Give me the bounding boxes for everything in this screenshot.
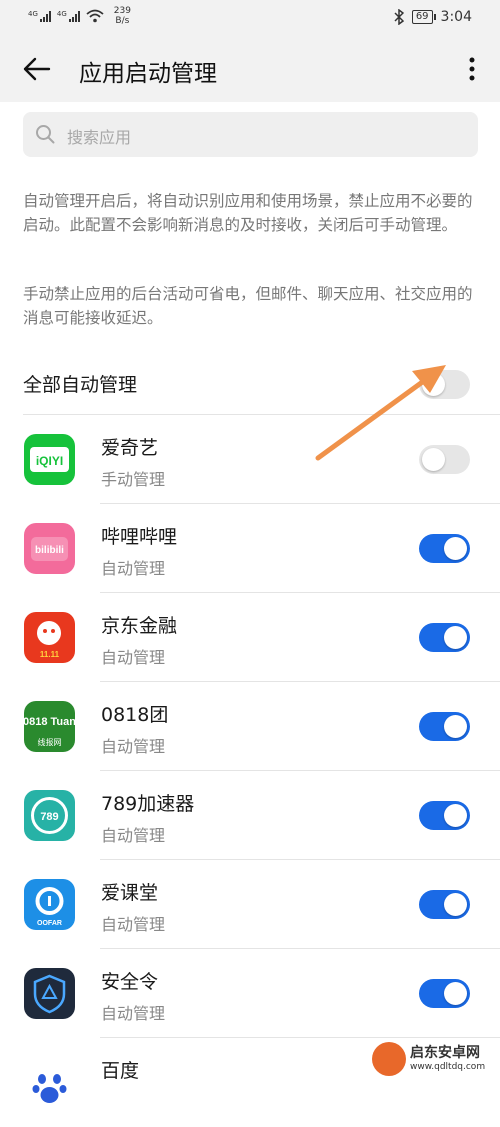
app-toggle[interactable] bbox=[419, 623, 470, 652]
app-name: 安全令 bbox=[101, 971, 159, 993]
wifi-icon bbox=[86, 9, 104, 23]
0818tuan-icon: 0818 Tuan 线报网 bbox=[24, 701, 75, 752]
watermark-title: 启东安卓网 bbox=[410, 1045, 480, 1061]
security-token-icon bbox=[24, 968, 75, 1019]
app-toggle[interactable] bbox=[419, 712, 470, 741]
app-toggle[interactable] bbox=[419, 445, 470, 474]
status-bar: 4G 4G 239 B/s 69 3:04 bbox=[0, 0, 500, 36]
signal-2-icon: 4G bbox=[57, 10, 80, 22]
app-bar: 应用启动管理 bbox=[0, 36, 500, 102]
list-item[interactable]: OOFAR 爱课堂 自动管理 bbox=[0, 860, 500, 949]
watermark-icon bbox=[372, 1042, 406, 1076]
sim1-label: 4G bbox=[28, 10, 38, 18]
back-arrow-icon[interactable] bbox=[22, 54, 52, 84]
search-placeholder: 搜索应用 bbox=[67, 128, 132, 147]
aiketang-icon: OOFAR bbox=[24, 879, 75, 930]
app-toggle[interactable] bbox=[419, 534, 470, 563]
app-status: 自动管理 bbox=[101, 915, 166, 934]
list-item[interactable]: 789 789加速器 自动管理 bbox=[0, 771, 500, 860]
all-auto-manage-toggle[interactable] bbox=[419, 370, 470, 399]
app-toggle[interactable] bbox=[419, 890, 470, 919]
app-status: 自动管理 bbox=[101, 826, 166, 845]
page-title: 应用启动管理 bbox=[79, 61, 217, 87]
app-status: 自动管理 bbox=[101, 559, 166, 578]
list-item[interactable]: 安全令 自动管理 bbox=[0, 949, 500, 1038]
baidu-paw-icon bbox=[24, 1057, 75, 1108]
iqiyi-icon: iQIYI bbox=[24, 434, 75, 485]
signal-1-icon: 4G bbox=[28, 10, 51, 22]
description-manual: 手动禁止应用的后台活动可省电，但邮件、聊天应用、社交应用的消息可能接收延迟。 bbox=[23, 285, 473, 327]
svg-text:iQIYI: iQIYI bbox=[36, 454, 63, 468]
clock: 3:04 bbox=[440, 9, 472, 25]
list-item[interactable]: 11.11 京东金融 自动管理 bbox=[0, 593, 500, 682]
789-accelerator-icon: 789 bbox=[24, 790, 75, 841]
watermark-logo: 启东安卓网 www.qdltdq.com bbox=[372, 1040, 494, 1080]
app-name: 789加速器 bbox=[101, 793, 195, 815]
svg-text:OOFAR: OOFAR bbox=[37, 920, 62, 927]
app-status: 自动管理 bbox=[101, 1004, 166, 1023]
more-options-icon[interactable] bbox=[462, 54, 482, 84]
app-name: 爱奇艺 bbox=[101, 437, 159, 459]
app-name: 0818团 bbox=[101, 704, 169, 726]
net-speed-value: 239 bbox=[113, 6, 131, 16]
bluetooth-icon bbox=[394, 9, 404, 25]
all-auto-manage-label: 全部自动管理 bbox=[23, 374, 138, 396]
jd-finance-icon: 11.11 bbox=[24, 612, 75, 663]
svg-text:789: 789 bbox=[40, 811, 58, 823]
bilibili-icon: bilibili bbox=[24, 523, 75, 574]
app-toggle[interactable] bbox=[419, 801, 470, 830]
app-name: 哔哩哔哩 bbox=[101, 526, 178, 548]
app-status: 自动管理 bbox=[101, 648, 166, 667]
search-icon bbox=[36, 125, 55, 144]
svg-text:11.11: 11.11 bbox=[40, 650, 60, 659]
app-name: 爱课堂 bbox=[101, 882, 159, 904]
list-item[interactable]: bilibili 哔哩哔哩 自动管理 bbox=[0, 504, 500, 593]
app-status: 手动管理 bbox=[101, 470, 166, 489]
battery-icon: 69 bbox=[411, 10, 436, 24]
watermark-url: www.qdltdq.com bbox=[410, 1062, 486, 1072]
search-input[interactable]: 搜索应用 bbox=[23, 112, 478, 157]
svg-text:bilibili: bilibili bbox=[35, 545, 64, 556]
description-auto: 自动管理开启后，将自动识别应用和使用场景，禁止应用不必要的启动。此配置不会影响新… bbox=[23, 192, 473, 234]
status-right: 69 3:04 bbox=[394, 9, 472, 25]
net-speed-unit: B/s bbox=[115, 16, 130, 26]
list-item[interactable]: 0818 Tuan 线报网 0818团 自动管理 bbox=[0, 682, 500, 771]
list-item[interactable]: iQIYI 爱奇艺 手动管理 bbox=[0, 415, 500, 504]
svg-text:线报网: 线报网 bbox=[38, 737, 62, 747]
net-speed: 239 B/s bbox=[114, 6, 131, 26]
app-name: 京东金融 bbox=[101, 615, 178, 637]
app-status: 自动管理 bbox=[101, 737, 166, 756]
svg-text:0818 Tuan: 0818 Tuan bbox=[24, 716, 75, 728]
all-auto-manage-row[interactable]: 全部自动管理 bbox=[0, 355, 500, 415]
sim2-label: 4G bbox=[56, 10, 67, 18]
app-toggle[interactable] bbox=[419, 979, 470, 1008]
app-name: 百度 bbox=[101, 1060, 140, 1082]
status-left: 4G 4G 239 B/s bbox=[28, 6, 131, 26]
